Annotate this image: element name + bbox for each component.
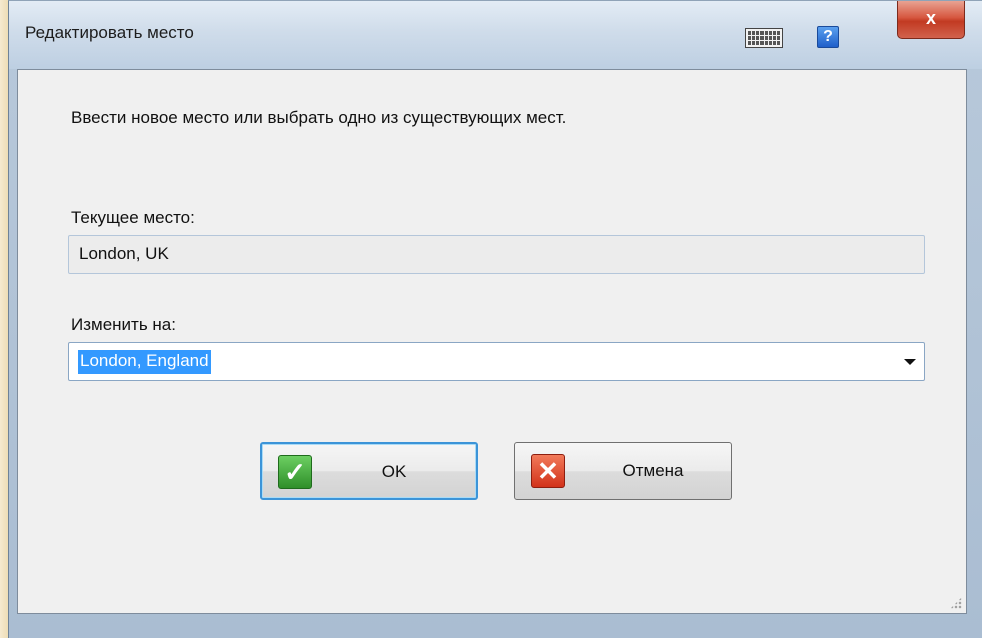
instruction-text: Ввести новое место или выбрать одно из с… — [71, 108, 567, 127]
change-to-input[interactable]: London, England — [78, 350, 211, 374]
close-button[interactable]: x — [897, 1, 965, 39]
window-title: Редактировать место — [25, 23, 194, 42]
dialog-body: Ввести новое место или выбрать одно из с… — [17, 69, 967, 614]
cancel-button[interactable]: ✕ Отмена — [514, 442, 732, 500]
dialog-window: Редактировать место ? x Ввести новое мес… — [8, 0, 982, 638]
resize-grip[interactable] — [950, 597, 962, 609]
chevron-down-icon[interactable] — [904, 359, 916, 365]
close-icon: x — [925, 8, 936, 28]
keyboard-icon[interactable] — [745, 28, 783, 48]
change-to-combobox[interactable]: London, England — [68, 342, 925, 381]
ok-button[interactable]: ✓ OK — [260, 442, 478, 500]
ok-button-label: OK — [381, 462, 407, 481]
help-icon[interactable]: ? — [817, 26, 839, 48]
current-place-field: London, UK — [68, 235, 925, 274]
cancel-button-label: Отмена — [622, 461, 684, 480]
title-bar[interactable]: Редактировать место ? x — [9, 1, 982, 69]
current-place-label: Текущее место: — [71, 208, 195, 227]
checkmark-icon: ✓ — [278, 455, 312, 489]
cross-icon: ✕ — [531, 454, 565, 488]
change-to-label: Изменить на: — [71, 315, 176, 334]
